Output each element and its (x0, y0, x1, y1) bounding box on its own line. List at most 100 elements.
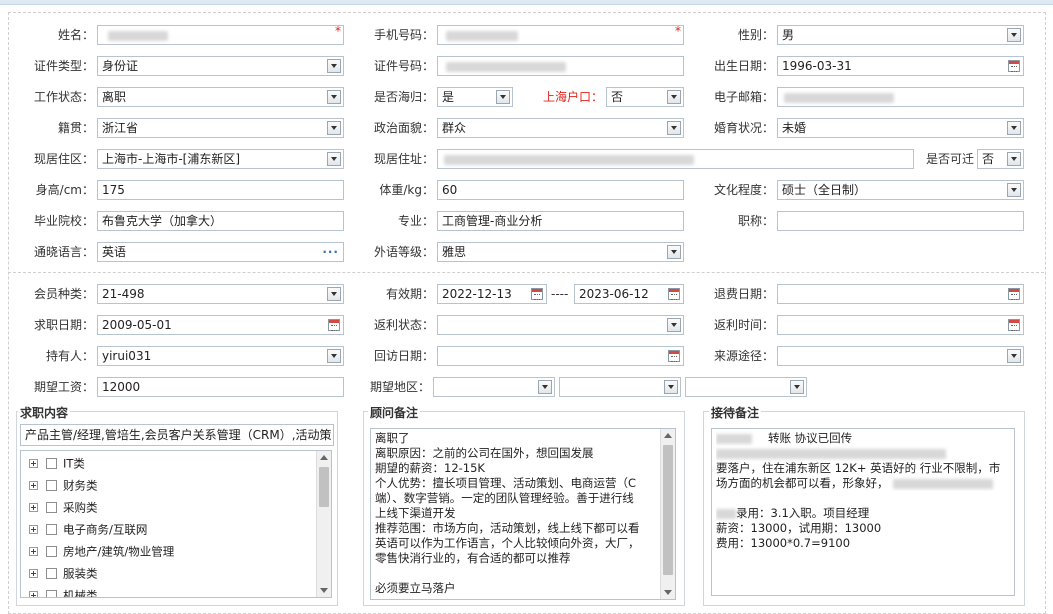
email-field[interactable] (777, 87, 1024, 107)
visit-date-field[interactable] (437, 346, 684, 366)
chevron-down-icon[interactable] (1007, 121, 1021, 135)
tree-item[interactable]: 机械类 (29, 585, 98, 597)
checkbox[interactable] (46, 458, 57, 469)
checkbox[interactable] (46, 524, 57, 535)
area-province-select[interactable] (433, 377, 555, 397)
foreign-level-select[interactable]: 雅思 (437, 242, 684, 262)
job-date-field[interactable]: 2009-05-01 (97, 315, 344, 335)
sh-hukou-select[interactable]: 否 (606, 87, 684, 107)
chevron-down-icon[interactable] (667, 90, 681, 104)
birth-date-field[interactable]: 1996-03-31 (777, 56, 1024, 76)
plus-icon[interactable] (29, 481, 38, 490)
plus-icon[interactable] (29, 525, 38, 534)
scroll-up-icon[interactable] (664, 433, 672, 438)
calendar-icon[interactable] (668, 288, 680, 300)
chevron-down-icon[interactable] (327, 59, 341, 73)
plus-icon[interactable] (29, 459, 38, 468)
major-field[interactable]: 工商管理-商业分析 (437, 211, 684, 231)
political-status-select[interactable]: 群众 (437, 118, 684, 138)
valid-to-field[interactable]: 2023-06-12 (574, 284, 684, 304)
chevron-down-icon[interactable] (1007, 183, 1021, 197)
rebate-time-field[interactable] (777, 315, 1024, 335)
current-area-select[interactable]: 上海市-上海市-[浦东新区] (97, 149, 344, 169)
rebate-status-select[interactable] (437, 315, 684, 335)
current-address-field[interactable] (437, 149, 914, 169)
salary-field[interactable]: 12000 (97, 377, 344, 397)
chevron-down-icon[interactable] (327, 349, 341, 363)
plus-icon[interactable] (29, 591, 38, 597)
tree-item[interactable]: 房地产/建筑/物业管理 (29, 541, 174, 561)
returnee-select[interactable]: 是 (437, 87, 513, 107)
scroll-thumb[interactable] (319, 467, 329, 507)
tree-item[interactable]: 采购类 (29, 497, 98, 517)
work-status-select[interactable]: 离职 (97, 87, 344, 107)
holder-select[interactable]: yirui031 (97, 346, 344, 366)
education-select[interactable]: 硕士（全日制） (777, 180, 1024, 200)
note-scrollbar[interactable] (660, 429, 675, 599)
scroll-up-icon[interactable] (320, 455, 328, 460)
reception-note-textarea[interactable]: 转账 协议已回传 要落户，住在浦东新区 12K+ 英语好的 行业不限制，市 场方… (711, 428, 1015, 596)
chevron-down-icon[interactable] (667, 318, 681, 332)
chevron-down-icon[interactable] (327, 121, 341, 135)
calendar-icon[interactable] (1008, 60, 1020, 72)
scroll-down-icon[interactable] (664, 590, 672, 595)
school-field[interactable]: 布鲁克大学（加拿大） (97, 211, 344, 231)
calendar-icon[interactable] (668, 350, 680, 362)
chevron-down-icon[interactable] (327, 152, 341, 166)
chevron-down-icon[interactable] (496, 90, 510, 104)
job-content-summary[interactable]: 产品主管/经理,管培生,会员客户关系管理（CRM）,活动策 (20, 424, 334, 446)
chevron-down-icon[interactable] (1007, 28, 1021, 42)
chevron-down-icon[interactable] (664, 380, 678, 394)
job-category-tree[interactable]: IT类 财务类 采购类 电子商务/互联网 房地产/建筑/物业管理 服装类 机械类 (20, 450, 332, 598)
chevron-down-icon[interactable] (1007, 152, 1021, 166)
checkbox[interactable] (46, 480, 57, 491)
checkbox[interactable] (46, 546, 57, 557)
plus-icon[interactable] (29, 569, 38, 578)
refund-date-field[interactable] (777, 284, 1024, 304)
scroll-down-icon[interactable] (320, 588, 328, 593)
consultant-note-textarea[interactable]: 离职了 离职原因：之前的公司在国外，想回国发展 期望的薪资：12-15K 个人优… (370, 428, 676, 600)
chevron-down-icon[interactable] (790, 380, 804, 394)
ellipsis-icon[interactable]: ··· (322, 243, 339, 261)
id-number-field[interactable] (437, 56, 684, 76)
checkbox[interactable] (46, 502, 57, 513)
tree-item[interactable]: 电子商务/互联网 (29, 519, 147, 539)
calendar-icon[interactable] (328, 319, 340, 331)
calendar-icon[interactable] (1008, 288, 1020, 300)
checkbox[interactable] (46, 568, 57, 579)
weight-field[interactable]: 60 (437, 180, 684, 200)
language-field[interactable]: 英语 ··· (97, 242, 344, 262)
phone-field[interactable]: * (437, 25, 684, 45)
tree-scrollbar[interactable] (316, 451, 331, 597)
id-type-select[interactable]: 身份证 (97, 56, 344, 76)
chevron-down-icon[interactable] (327, 287, 341, 301)
consultant-note-title: 顾问备注 (368, 404, 421, 421)
scroll-thumb[interactable] (663, 445, 673, 575)
plus-icon[interactable] (29, 547, 38, 556)
plus-icon[interactable] (29, 503, 38, 512)
area-city-select[interactable] (559, 377, 681, 397)
marital-status-select[interactable]: 未婚 (777, 118, 1024, 138)
source-select[interactable] (777, 346, 1024, 366)
calendar-icon[interactable] (531, 288, 543, 300)
height-field[interactable]: 175 (97, 180, 344, 200)
gender-select[interactable]: 男 (777, 25, 1024, 45)
tree-item[interactable]: IT类 (29, 453, 85, 473)
chevron-down-icon[interactable] (667, 245, 681, 259)
calendar-icon[interactable] (1008, 319, 1020, 331)
valid-from-field[interactable]: 2022-12-13 (437, 284, 547, 304)
name-field[interactable]: * (97, 25, 344, 45)
area-district-select[interactable] (685, 377, 807, 397)
native-place-select[interactable]: 浙江省 (97, 118, 344, 138)
note-line: 薪资：13000，试用期：13000 (716, 521, 882, 535)
tree-item[interactable]: 财务类 (29, 475, 98, 495)
chevron-down-icon[interactable] (327, 90, 341, 104)
checkbox[interactable] (46, 590, 57, 597)
relocate-select[interactable]: 否 (977, 149, 1024, 169)
chevron-down-icon[interactable] (538, 380, 552, 394)
tree-item[interactable]: 服装类 (29, 563, 98, 583)
member-type-select[interactable]: 21-498 (97, 284, 344, 304)
chevron-down-icon[interactable] (1007, 349, 1021, 363)
title-field[interactable] (777, 211, 1024, 231)
chevron-down-icon[interactable] (667, 121, 681, 135)
